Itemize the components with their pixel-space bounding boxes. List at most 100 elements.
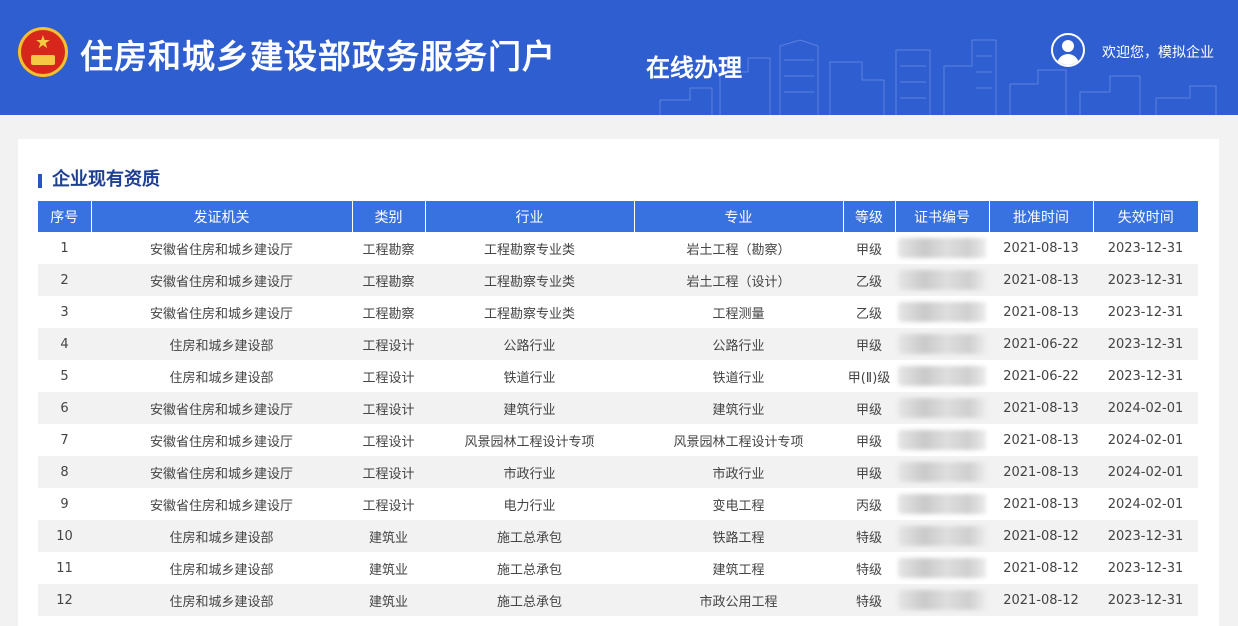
- cell-no: 4: [38, 328, 91, 360]
- redacted-cert-number: [898, 270, 986, 290]
- page-subtitle: 在线办理: [646, 54, 742, 82]
- cell-approved: 2021-08-12: [989, 520, 1093, 552]
- cell-no: 3: [60, 304, 69, 320]
- cell-category: 工程设计: [362, 434, 415, 450]
- cell-major: 工程测量: [712, 306, 765, 322]
- cell-grade: 甲级: [843, 456, 895, 488]
- cell-industry: 电力行业: [503, 498, 556, 514]
- cell-approved: 2021-08-13: [989, 456, 1093, 488]
- col-header-category: 类别: [352, 201, 426, 232]
- welcome-user-link[interactable]: 欢迎您，模拟企业: [1102, 42, 1214, 62]
- cell-cert-no: [895, 456, 989, 488]
- cell-category: 工程设计: [362, 498, 415, 514]
- redacted-cert-number: [898, 366, 986, 386]
- cell-category: 建筑业: [352, 584, 425, 616]
- cell-expires: 2023-12-31: [1093, 328, 1198, 360]
- cell-grade: 甲级: [843, 392, 895, 424]
- cell-cert-no: [895, 296, 989, 328]
- cell-expires: 2023-12-31: [1093, 264, 1198, 296]
- redacted-cert-number: [898, 462, 986, 482]
- table-row: 7 安徽省住房和城乡建设厅 工程设计 风景园林工程设计专项 风景园林工程设计专项 甲级 20…: [38, 424, 1198, 456]
- cell-grade: 甲级: [855, 434, 882, 450]
- table-row: 10 住房和城乡建设部 建筑业 施工总承包 铁路工程 特级 2021-08-12 2023-1…: [38, 520, 1198, 552]
- cell-authority: 安徽省住房和城乡建设厅: [91, 392, 352, 424]
- redacted-cert-number: [898, 334, 986, 354]
- cell-category: 建筑业: [368, 562, 408, 578]
- cell-authority: 安徽省住房和城乡建设厅: [149, 306, 293, 322]
- cell-major: 公路行业: [634, 328, 843, 360]
- cell-industry: 施工总承包: [425, 520, 634, 552]
- redacted-cert-number: [898, 494, 986, 514]
- cell-authority: 住房和城乡建设部: [91, 520, 352, 552]
- cell-authority: 住房和城乡建设部: [91, 584, 352, 616]
- cell-cert-no: [895, 584, 989, 616]
- cell-major: 岩土工程（设计）: [634, 264, 843, 296]
- cell-grade: 丙级: [855, 498, 882, 514]
- cell-expires: 2024-02-01: [1107, 496, 1184, 512]
- cell-approved: 2021-08-13: [1003, 432, 1079, 448]
- cell-authority: 安徽省住房和城乡建设厅: [91, 264, 352, 296]
- cell-no: 1: [60, 240, 69, 256]
- cell-cert-no: [895, 488, 989, 520]
- cell-cert-no: [895, 328, 989, 360]
- cell-major: 风景园林工程设计专项: [673, 434, 804, 450]
- col-header-industry: 行业: [425, 201, 635, 232]
- cell-authority: 住房和城乡建设部: [91, 328, 352, 360]
- cell-industry: 工程勘察专业类: [483, 242, 575, 258]
- cell-major: 建筑行业: [634, 392, 843, 424]
- cell-cert-no: [895, 232, 989, 264]
- cell-approved: 2021-08-12: [989, 584, 1093, 616]
- cell-industry: 公路行业: [425, 328, 634, 360]
- cell-approved: 2021-08-12: [1003, 560, 1079, 576]
- cell-cert-no: [895, 360, 989, 392]
- cell-no: 5: [60, 368, 69, 384]
- cell-authority: 安徽省住房和城乡建设厅: [149, 434, 293, 450]
- table-row: 6 安徽省住房和城乡建设厅 工程设计 建筑行业 建筑行业 甲级 2021-08-13 2024…: [38, 392, 1198, 424]
- table-row: 1 安徽省住房和城乡建设厅 工程勘察 工程勘察专业类 岩土工程（勘察） 甲级 2021-08…: [38, 232, 1198, 264]
- cell-approved: 2021-08-13: [1003, 304, 1079, 320]
- cell-approved: 2021-06-22: [1003, 368, 1079, 384]
- cell-expires: 2023-12-31: [1093, 520, 1198, 552]
- cell-major: 建筑工程: [712, 562, 765, 578]
- cell-authority: 住房和城乡建设部: [169, 562, 274, 578]
- cell-cert-no: [895, 392, 989, 424]
- cell-category: 工程勘察: [352, 264, 425, 296]
- cell-category: 工程设计: [352, 456, 425, 488]
- redacted-cert-number: [898, 302, 986, 322]
- redacted-cert-number: [898, 558, 986, 578]
- cell-industry: 施工总承包: [425, 584, 634, 616]
- cell-major: 变电工程: [712, 498, 765, 514]
- col-header-grade: 等级: [843, 201, 896, 232]
- cell-industry: 铁道行业: [503, 370, 556, 386]
- table-row: 9 安徽省住房和城乡建设厅 工程设计 电力行业 变电工程 丙级 2021-08-13 2024…: [38, 488, 1198, 520]
- cell-approved: 2021-08-13: [989, 264, 1093, 296]
- cell-no: 9: [60, 496, 69, 512]
- redacted-cert-number: [898, 430, 986, 450]
- site-title: 住房和城乡建设部政务服务门户: [80, 37, 556, 76]
- cell-industry: 建筑行业: [425, 392, 634, 424]
- col-header-major: 专业: [634, 201, 844, 232]
- cell-no: 12: [38, 584, 91, 616]
- table-row: 4 住房和城乡建设部 工程设计 公路行业 公路行业 甲级 2021-06-22 2023-12…: [38, 328, 1198, 360]
- cell-category: 工程设计: [352, 328, 425, 360]
- cell-no: 11: [56, 560, 73, 576]
- section-title: 企业现有资质: [38, 169, 160, 191]
- table-header-row: 序号 发证机关 类别 行业 专业 等级 证书编号 批准时间 失效时间: [38, 201, 1198, 232]
- cell-expires: 2023-12-31: [1107, 240, 1184, 256]
- cell-grade: 甲(Ⅱ)级: [847, 370, 891, 386]
- table-row: 12 住房和城乡建设部 建筑业 施工总承包 市政公用工程 特级 2021-08-12 2023…: [38, 584, 1198, 616]
- cell-approved: 2021-08-13: [1003, 240, 1079, 256]
- redacted-cert-number: [898, 590, 986, 610]
- table-row: 11 住房和城乡建设部 建筑业 施工总承包 建筑工程 特级 2021-08-12 2023-1…: [38, 552, 1198, 584]
- cell-category: 工程勘察: [362, 306, 415, 322]
- cell-category: 建筑业: [352, 520, 425, 552]
- user-avatar-icon[interactable]: [1051, 33, 1085, 67]
- col-header-approved: 批准时间: [989, 201, 1094, 232]
- cell-cert-no: [895, 264, 989, 296]
- cell-authority: 安徽省住房和城乡建设厅: [149, 498, 293, 514]
- cell-grade: 乙级: [855, 306, 882, 322]
- cell-category: 工程勘察: [362, 242, 415, 258]
- cell-grade: 特级: [843, 584, 895, 616]
- table-row: 8 安徽省住房和城乡建设厅 工程设计 市政行业 市政行业 甲级 2021-08-13 2024…: [38, 456, 1198, 488]
- cell-cert-no: [895, 520, 989, 552]
